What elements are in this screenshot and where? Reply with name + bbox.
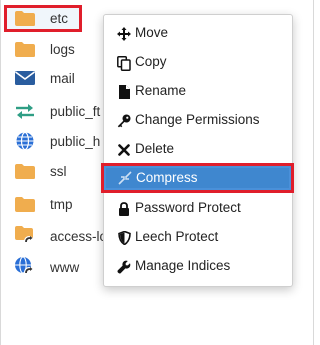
file-name[interactable]: logs [50, 42, 75, 57]
compress-label: Compress [136, 170, 198, 185]
file-name[interactable]: tmp [50, 197, 73, 212]
file-name[interactable]: public_ft [50, 104, 100, 119]
menu-label: Delete [135, 141, 175, 156]
menu-label: Copy [135, 54, 167, 69]
move-arrows-icon [116, 26, 132, 42]
menu-item-change-permissions[interactable]: Change Permissions [104, 107, 292, 134]
menu-item-delete[interactable]: Delete [104, 136, 292, 163]
file-name[interactable]: ssl [50, 164, 67, 179]
compress-icon [118, 171, 132, 185]
globe-icon [14, 131, 36, 151]
wrench-icon [116, 259, 132, 275]
menu-label: Leech Protect [135, 229, 219, 244]
menu-label: Manage Indices [135, 258, 231, 273]
menu-item-move[interactable]: Move [104, 20, 292, 47]
folder-icon [14, 195, 36, 213]
shield-icon [116, 230, 132, 246]
exchange-arrows-icon [14, 102, 36, 120]
menu-item-password-protect[interactable]: Password Protect [104, 195, 292, 222]
menu-label: Change Permissions [135, 112, 260, 127]
menu-item-rename[interactable]: Rename [104, 78, 292, 105]
panel-border-left [0, 0, 1, 345]
file-icon [116, 84, 132, 100]
folder-icon [14, 40, 36, 58]
lock-icon [116, 201, 132, 217]
menu-label: Rename [135, 83, 187, 98]
folder-icon [14, 162, 36, 180]
globe-link-icon [14, 256, 36, 277]
key-icon [116, 113, 132, 129]
menu-item-manage-indices[interactable]: Manage Indices [104, 253, 292, 280]
file-name[interactable]: www [50, 260, 79, 275]
compress-highlight[interactable]: Compress [101, 163, 294, 193]
menu-label: Move [135, 25, 169, 40]
context-menu: Move Copy Rename Change Permissions Dele… [103, 14, 293, 287]
file-name[interactable]: mail [50, 71, 75, 86]
menu-item-leech-protect[interactable]: Leech Protect [104, 224, 292, 251]
copy-icon [116, 55, 132, 71]
x-icon [116, 142, 132, 158]
folder-link-icon [14, 226, 36, 246]
menu-label: Password Protect [135, 200, 241, 215]
menu-item-copy[interactable]: Copy [104, 49, 292, 76]
file-name[interactable]: etc [50, 11, 68, 26]
file-name[interactable]: public_h [50, 134, 100, 149]
envelope-icon [14, 69, 36, 87]
folder-icon [14, 9, 36, 27]
file-name[interactable]: access-lo [50, 229, 107, 244]
